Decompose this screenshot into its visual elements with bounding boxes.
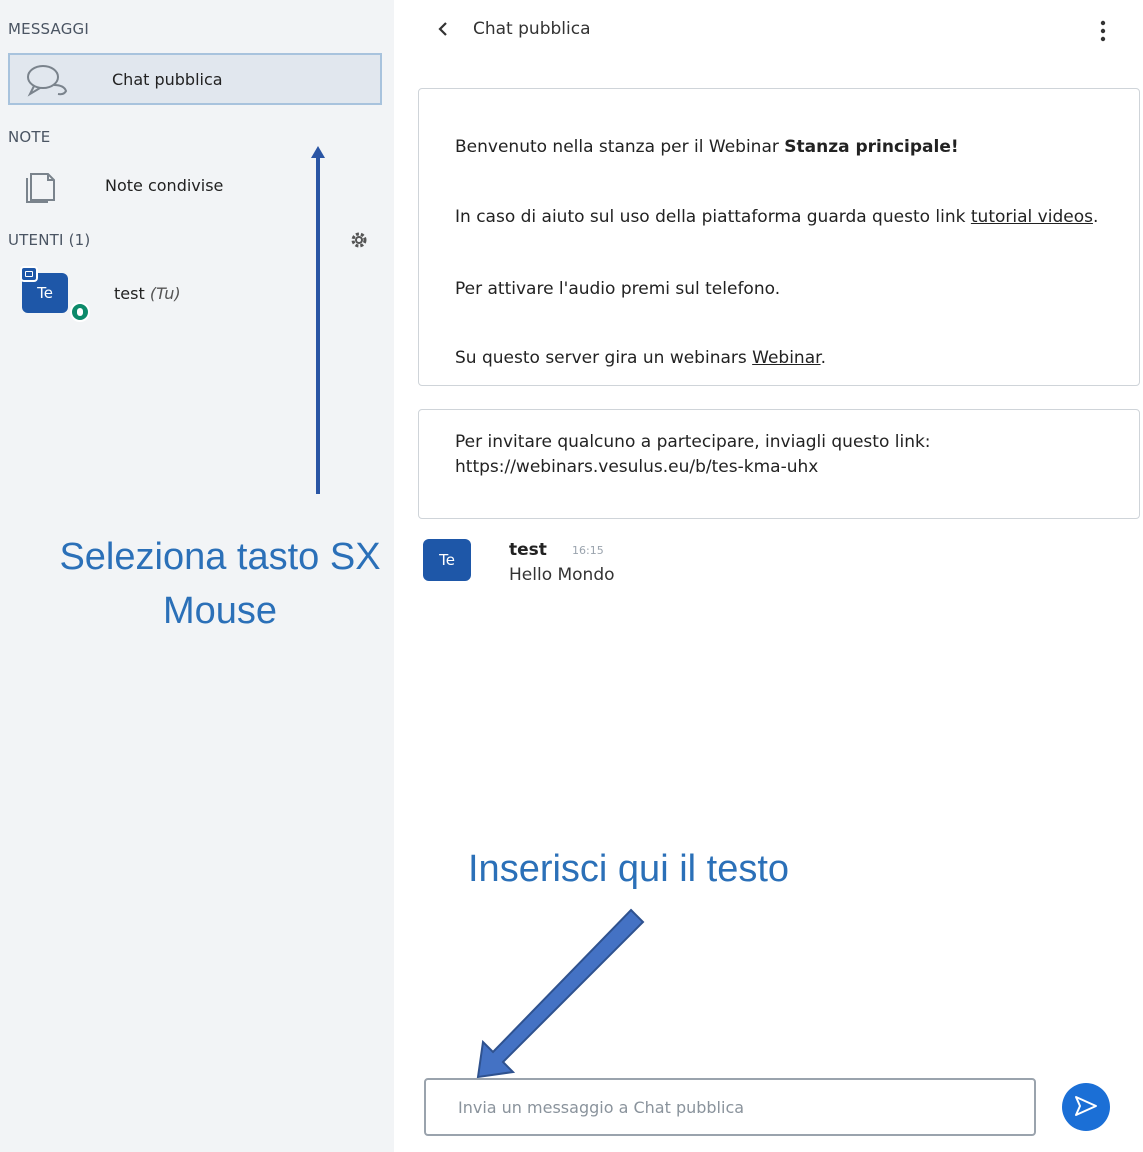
- sidebar-item-label: Chat pubblica: [112, 70, 223, 89]
- welcome-line-4: Su questo server gira un webinars Webina…: [455, 346, 1105, 370]
- invite-message: Per invitare qualcuno a partecipare, inv…: [418, 409, 1140, 519]
- sidebar-item-label: Note condivise: [105, 176, 224, 195]
- messages-section-title: MESSAGGI: [8, 20, 90, 38]
- message-input[interactable]: [424, 1078, 1036, 1136]
- webinar-link[interactable]: Webinar: [752, 348, 820, 368]
- invite-text: Per invitare qualcuno a partecipare, inv…: [455, 432, 931, 477]
- input-hint: Inserisci qui il testo: [468, 848, 790, 890]
- document-icon: [24, 168, 60, 208]
- user-name-text: test: [114, 284, 145, 303]
- left-click-hint: Seleziona tasto SX Mouse: [59, 536, 381, 632]
- message-text: Hello Mondo: [509, 565, 615, 585]
- gear-icon[interactable]: [348, 229, 370, 255]
- welcome-line-2: In caso di aiuto sul uso della piattafor…: [455, 205, 1105, 229]
- welcome-line-3: Per attivare l'audio premi sul telefono.: [455, 279, 781, 299]
- users-section-title: UTENTI (1): [8, 231, 91, 249]
- send-button[interactable]: [1062, 1083, 1110, 1131]
- welcome-line-1-text: Benvenuto nella stanza per il Webinar: [455, 137, 785, 157]
- sidebar-item-public-chat[interactable]: Chat pubblica: [8, 53, 382, 105]
- welcome-line-4-text: Su questo server gira un webinars: [455, 348, 753, 368]
- chat-bubbles-icon: [24, 63, 72, 103]
- welcome-line-1: Benvenuto nella stanza per il Webinar St…: [455, 135, 1105, 159]
- presenter-icon: [20, 266, 38, 282]
- audio-icon: [70, 302, 90, 322]
- room-name: Stanza principale!: [784, 137, 959, 157]
- arrow-up-annotation: [300, 140, 336, 504]
- message-avatar: Te: [423, 539, 471, 581]
- welcome-line-2-suffix: .: [1092, 207, 1099, 227]
- user-name: test (Tu): [114, 284, 181, 303]
- you-tag: (Tu): [149, 284, 181, 303]
- chat-title: Chat pubblica: [473, 19, 591, 39]
- notes-section-title: NOTE: [8, 128, 51, 146]
- message-author: test: [509, 540, 547, 560]
- tutorial-link[interactable]: tutorial videos: [971, 207, 1093, 227]
- more-options-icon[interactable]: [1098, 20, 1108, 46]
- arrow-diagonal-annotation: [470, 905, 650, 1089]
- send-icon: [1074, 1095, 1098, 1120]
- welcome-line-4-suffix: .: [820, 348, 826, 368]
- chevron-left-icon[interactable]: [436, 20, 450, 42]
- welcome-line-2-text: In caso di aiuto sul uso della piattafor…: [455, 207, 971, 227]
- sidebar: MESSAGGI Chat pubblica NOTE Note condivi…: [0, 0, 394, 1152]
- welcome-message: Benvenuto nella stanza per il Webinar St…: [418, 88, 1140, 386]
- message-time: 16:15: [572, 544, 604, 557]
